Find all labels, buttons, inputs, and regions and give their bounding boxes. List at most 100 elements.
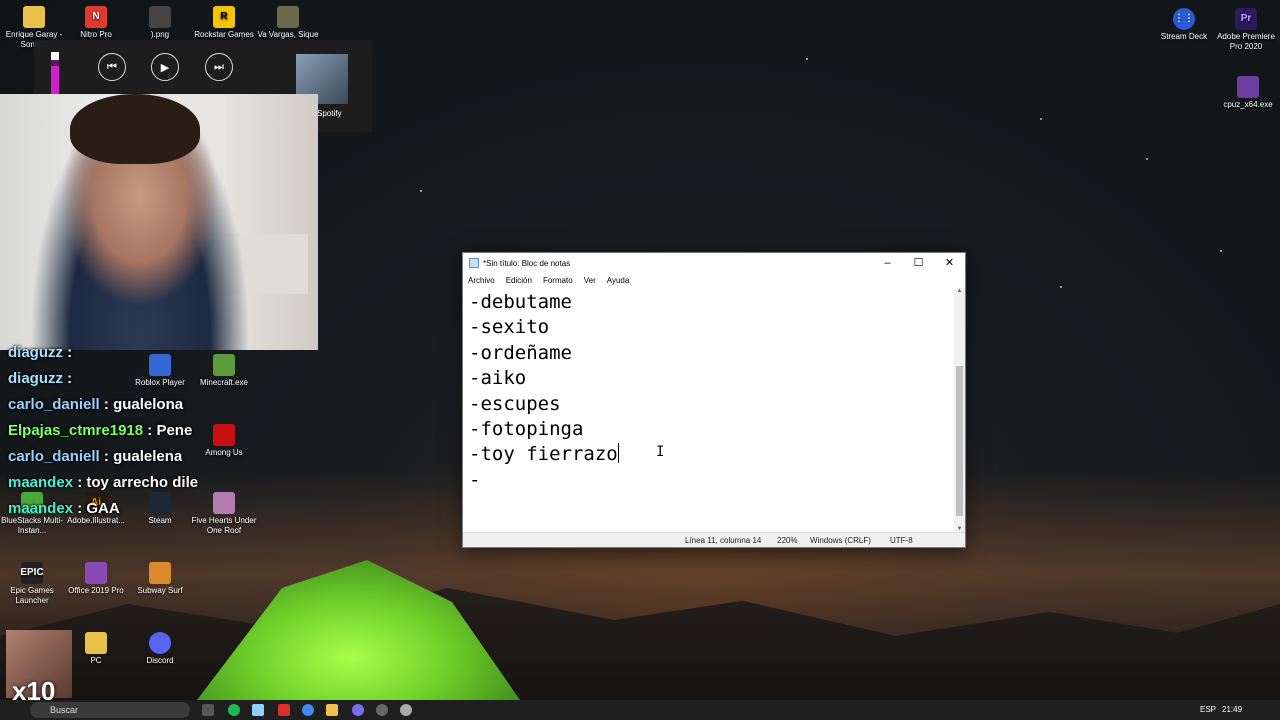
folder-icon xyxy=(23,6,45,28)
play-icon: ▶ xyxy=(160,61,170,74)
text-editor-area[interactable]: -debutame -sexito -ordeñame -aiko -escup… xyxy=(463,288,955,532)
text-line-content: -toy fierrazo xyxy=(469,443,618,466)
premiere-icon: Pr xyxy=(1235,8,1257,30)
next-icon: ⏭ xyxy=(214,60,224,73)
stream-deck-icon: ⋮⋮ xyxy=(1173,8,1195,30)
cursor-position: Línea 11, columna 14 xyxy=(685,536,762,545)
desktop-icon-premiere[interactable]: Pr Adobe Premiere Pro 2020 xyxy=(1210,8,1280,52)
search-label: Buscar xyxy=(50,705,79,715)
previous-track-button[interactable]: ⏮ xyxy=(98,53,126,81)
image-file-icon xyxy=(149,6,171,28)
chat-message: maandex : toy arrecho dile xyxy=(8,474,199,491)
next-track-button[interactable]: ⏭ xyxy=(205,53,233,81)
line-ending: Windows (CRLF) xyxy=(810,536,871,545)
chat-text: gualelona xyxy=(113,396,184,413)
desktop-icon-rockstar[interactable]: R Rockstar Games xyxy=(188,6,260,40)
chat-text: gualelena xyxy=(113,448,183,465)
notepad-taskbar-icon[interactable] xyxy=(252,704,264,716)
menu-formato[interactable]: Formato xyxy=(543,276,573,285)
encoding: UTF-8 xyxy=(890,536,913,545)
chat-username: Elpajas_ctmre1918 xyxy=(8,422,144,439)
window-title: *Sin título: Bloc de notas xyxy=(483,258,571,268)
app-taskbar-icon[interactable] xyxy=(278,704,290,716)
text-line: -aiko xyxy=(469,367,527,390)
star xyxy=(1060,286,1062,288)
office-icon xyxy=(85,562,107,584)
text-line: - xyxy=(469,468,481,491)
desktop-icon-cpuz[interactable]: cpuz_x64.exe xyxy=(1212,76,1280,110)
chat-message: carlo_daniell : gualelena xyxy=(8,448,183,465)
menu-bar: Archivo Edición Formato Ver Ayuda xyxy=(463,273,965,288)
volume-slider[interactable] xyxy=(51,52,59,96)
desktop-icon-png[interactable]: ).png xyxy=(124,6,196,40)
epic-icon: EPIC xyxy=(20,562,44,584)
taskbar: Buscar ESP 21:49 xyxy=(0,700,1280,720)
chat-text: GAA xyxy=(86,500,120,517)
text-caret xyxy=(617,443,619,464)
settings-taskbar-icon[interactable] xyxy=(400,704,412,716)
chat-overlay: diaguzz : diaguzz : carlo_daniell : gual… xyxy=(8,340,308,522)
desktop-icon-discord[interactable]: Discord xyxy=(124,632,196,666)
star xyxy=(420,190,422,192)
vertical-scrollbar[interactable]: ▲ ▼ xyxy=(954,288,965,532)
pc-icon xyxy=(85,632,107,654)
desktop-icon-subway-surf[interactable]: Subway Surf xyxy=(124,562,196,596)
webcam-overlay xyxy=(0,94,318,350)
zoom-level: 220% xyxy=(777,536,798,545)
chat-username: diaguzz xyxy=(8,370,63,387)
title-bar[interactable]: *Sin título: Bloc de notas – ☐ ✕ xyxy=(463,253,965,273)
notepad-icon xyxy=(469,258,479,268)
notepad-window[interactable]: *Sin título: Bloc de notas – ☐ ✕ Archivo… xyxy=(462,252,966,548)
maximize-button[interactable]: ☐ xyxy=(903,253,934,273)
menu-ver[interactable]: Ver xyxy=(584,276,596,285)
file-explorer-icon[interactable] xyxy=(326,704,338,716)
task-view-icon[interactable] xyxy=(202,704,214,716)
text-line: -debutame xyxy=(469,291,572,313)
scrollbar-thumb[interactable] xyxy=(956,366,963,516)
text-line-current: -toy fierrazo xyxy=(469,442,949,467)
close-button[interactable]: ✕ xyxy=(934,253,965,273)
nitro-pro-icon: N xyxy=(85,6,107,28)
chat-text: toy arrecho dile xyxy=(86,474,199,491)
chat-message: Elpajas_ctmre1918 : Pene xyxy=(8,422,193,439)
image-file-icon xyxy=(277,6,299,28)
cpuz-icon xyxy=(1237,76,1259,98)
menu-ayuda[interactable]: Ayuda xyxy=(607,276,630,285)
star xyxy=(806,58,808,60)
discord-icon xyxy=(149,632,171,654)
play-button[interactable]: ▶ xyxy=(151,53,179,81)
previous-icon: ⏮ xyxy=(107,60,117,73)
chrome-taskbar-icon[interactable] xyxy=(302,704,314,716)
text-line: -escupes xyxy=(469,392,561,415)
subway-surf-icon xyxy=(149,562,171,584)
discord-taskbar-icon[interactable] xyxy=(352,704,364,716)
text-line: -ordeñame xyxy=(469,341,572,364)
desktop-icon-epic-games[interactable]: EPIC Epic Games Launcher xyxy=(0,562,68,606)
menu-edicion[interactable]: Edición xyxy=(506,276,532,285)
chat-message: diaguzz : xyxy=(8,344,73,361)
media-source-label: Spotify xyxy=(317,109,342,118)
menu-archivo[interactable]: Archivo xyxy=(468,276,495,285)
text-line: -sexito xyxy=(469,316,550,339)
language-indicator[interactable]: ESP xyxy=(1200,705,1216,714)
desktop-icon-office[interactable]: Office 2019 Pro xyxy=(60,562,132,596)
streamer-hair xyxy=(70,94,200,164)
star xyxy=(1040,118,1042,120)
star xyxy=(1220,250,1222,252)
clock[interactable]: 21:49 xyxy=(1222,705,1242,714)
chat-message: diaguzz : xyxy=(8,370,73,387)
chat-username: maandex xyxy=(8,500,74,517)
desktop-icon-nitro-pro[interactable]: N Nitro Pro xyxy=(60,6,132,40)
scroll-up-icon[interactable]: ▲ xyxy=(954,288,965,294)
spotify-taskbar-icon[interactable] xyxy=(228,704,240,716)
desktop-icon-image[interactable]: Va Vargas, Sique xyxy=(252,6,324,40)
text-line: -fotopinga xyxy=(469,418,584,441)
chat-message: maandex : GAA xyxy=(8,500,120,517)
chat-username: diaguzz xyxy=(8,344,63,361)
taskbar-search[interactable]: Buscar xyxy=(30,702,190,718)
status-bar: Línea 11, columna 14 220% Windows (CRLF)… xyxy=(463,532,965,547)
minimize-button[interactable]: – xyxy=(872,253,903,273)
chat-username: maandex xyxy=(8,474,74,491)
star xyxy=(1146,158,1148,160)
obs-taskbar-icon[interactable] xyxy=(376,704,388,716)
